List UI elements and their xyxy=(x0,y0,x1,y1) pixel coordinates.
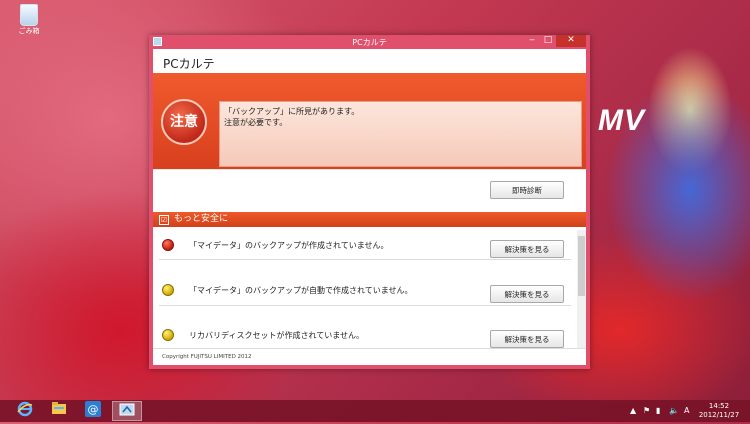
view-solution-button[interactable]: 解決策を見る xyxy=(490,240,564,258)
volume-icon[interactable]: 🔈 xyxy=(669,400,679,422)
view-solution-button[interactable]: 解決策を見る xyxy=(490,330,564,348)
window-content: PCカルテ 注意 「バックアップ」に所見があります。 注意が必要です。 即時診断… xyxy=(153,49,586,365)
status-message-box: 「バックアップ」に所見があります。 注意が必要です。 xyxy=(219,101,582,167)
issue-text: リカバリディスクセットが作成されていません。 xyxy=(189,331,364,340)
taskbar-clock[interactable]: 14:52 2012/11/27 xyxy=(697,402,741,420)
row-divider xyxy=(159,305,571,306)
copyright-footer: Copyright FUJITSU LIMITED 2012 xyxy=(153,348,586,365)
window-titlebar[interactable]: PCカルテ ‒ □ ✕ xyxy=(149,35,590,49)
clock-date: 2012/11/27 xyxy=(698,411,740,419)
divider xyxy=(153,169,586,170)
taskbar: @ ▲ ⚑ ▮ 🔈 A 14:52 2012/11/27 xyxy=(0,400,750,422)
status-red-dot-icon xyxy=(162,239,174,251)
maximize-button[interactable]: □ xyxy=(540,35,556,47)
status-yellow-dot-icon xyxy=(162,284,174,296)
show-hidden-icons-icon[interactable]: ▲ xyxy=(630,400,636,422)
status-message-line2: 注意が必要です。 xyxy=(224,118,288,127)
action-center-icon[interactable]: ⚑ xyxy=(643,400,650,422)
issues-scrollbar[interactable] xyxy=(577,230,586,348)
network-icon[interactable]: ▮ xyxy=(656,400,660,422)
mail-icon[interactable]: @ xyxy=(78,401,108,421)
row-divider xyxy=(159,259,571,260)
status-message-line1: 「バックアップ」に所見があります。 xyxy=(224,107,360,116)
ime-indicator[interactable]: A xyxy=(684,400,689,422)
recycle-bin-label: ごみ箱 xyxy=(18,27,40,35)
view-solution-button[interactable]: 解決策を見る xyxy=(490,285,564,303)
svg-text:@: @ xyxy=(88,403,99,416)
ie-icon[interactable] xyxy=(10,401,40,421)
pc-karte-window: PCカルテ ‒ □ ✕ PCカルテ 注意 「バックアップ」に所見があります。 注… xyxy=(149,35,590,369)
diagnose-now-button[interactable]: 即時診断 xyxy=(490,181,564,199)
issue-text: 「マイデータ」のバックアップが作成されていません。 xyxy=(189,241,389,250)
section-header-safer: ☑ もっと安全に xyxy=(153,212,586,227)
minimize-button[interactable]: ‒ xyxy=(524,35,540,47)
file-explorer-icon[interactable] xyxy=(44,401,74,421)
clock-time: 14:52 xyxy=(708,402,730,410)
issue-row: 「マイデータ」のバックアップが自動で作成されていません。 解決策を見る xyxy=(153,276,573,320)
close-button[interactable]: ✕ xyxy=(556,35,586,47)
recycle-bin-icon xyxy=(20,4,38,26)
checkbox-icon: ☑ xyxy=(159,215,169,225)
caution-badge: 注意 xyxy=(161,99,207,145)
wallpaper-brand-logo: MV xyxy=(598,104,645,137)
pc-karte-icon[interactable] xyxy=(112,401,142,421)
status-yellow-dot-icon xyxy=(162,329,174,341)
recycle-bin-shortcut[interactable]: ごみ箱 xyxy=(14,4,44,36)
scrollbar-thumb[interactable] xyxy=(578,236,585,296)
section-title: もっと安全に xyxy=(174,214,229,224)
issue-text: 「マイデータ」のバックアップが自動で作成されていません。 xyxy=(189,286,413,295)
issue-row: 「マイデータ」のバックアップが作成されていません。 解決策を見る xyxy=(153,231,573,275)
app-heading: PCカルテ xyxy=(163,57,215,71)
